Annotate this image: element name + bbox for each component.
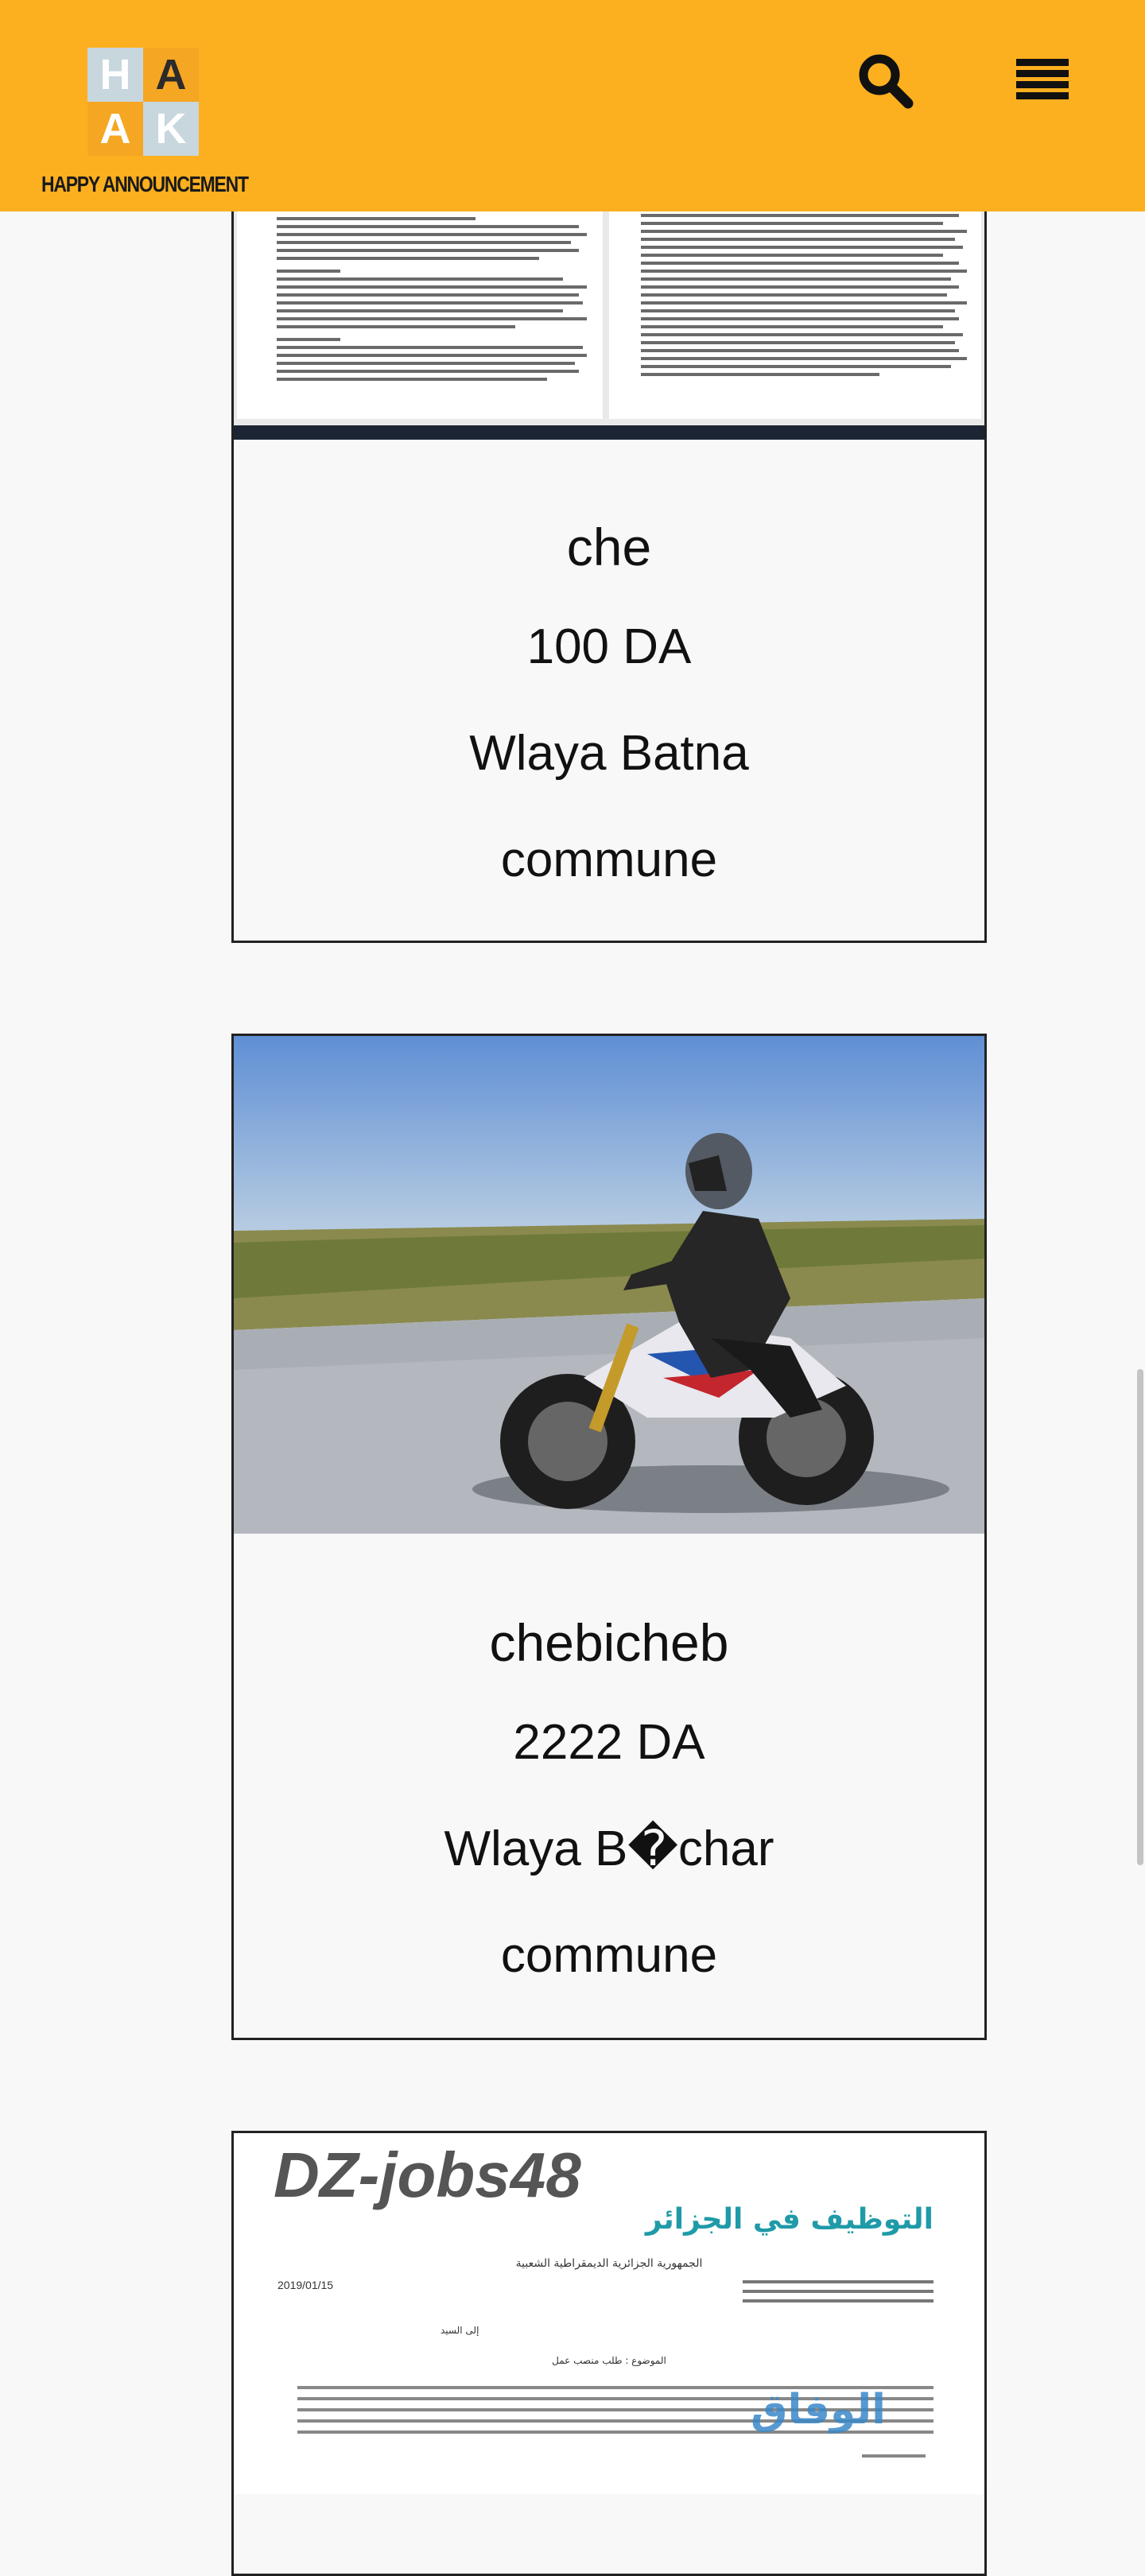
dz-logo-arabic: التوظيف في الجزائر [644,2203,933,2236]
listing-price: 100 DA [526,619,692,674]
listing-card[interactable]: chebicheb 2222 DA Wlaya B�char commune [231,1034,987,2040]
logo-tiles: H A A K [86,45,205,157]
motorcycle-photo [234,1036,984,1534]
listing-info: chebicheb 2222 DA Wlaya B�char commune [234,1616,984,1980]
search-icon [859,54,914,109]
doc-date: 2019/01/15 [278,2279,333,2291]
listing-title[interactable]: chebicheb [234,1616,984,1669]
listing-title[interactable]: che [234,521,984,573]
search-button[interactable] [852,48,919,114]
listing-wilaya: Wlaya B�char [444,1821,774,1876]
brand-name: HAPPY ANNOUNCEMENT [41,172,249,196]
taskbar [234,425,984,440]
listing-card[interactable]: DZ-jobs48 التوظيف في الجزائر الجمهورية ا… [231,2131,987,2576]
doc-subject: الموضوع : طلب منصب عمل [552,2355,666,2367]
scrollbar-thumb[interactable] [1137,1369,1143,1865]
menu-icon [1016,59,1069,99]
listing-image[interactable]: DZ-jobs48 التوظيف في الجزائر الجمهورية ا… [234,2133,984,2494]
doc-republic: الجمهورية الجزائرية الديمقراطية الشعبية [516,2257,703,2270]
logo-tile-a: A [143,48,199,102]
listing-info: che 100 DA Wlaya Batna commune [234,521,984,885]
listing-commune: commune [500,1928,718,1983]
logo-tile-h: H [87,48,143,102]
dz-logo: DZ-jobs48 [274,2140,581,2210]
listing-wilaya: Wlaya Batna [469,726,749,781]
scrollbar[interactable] [1132,0,1145,2546]
logo-tile-a2: A [87,102,143,156]
menu-button[interactable] [1008,48,1075,114]
listing-commune: commune [500,832,718,887]
listing-image[interactable] [234,1036,984,1534]
job-application-document: DZ-jobs48 التوظيف في الجزائر الجمهورية ا… [234,2133,984,2494]
logo-tile-k: K [143,102,199,156]
site-header: H A A K HAPPY ANNOUNCEMENT [0,0,1145,211]
listing-price: 2222 DA [513,1715,705,1770]
site-logo[interactable]: H A A K HAPPY ANNOUNCEMENT [41,41,256,200]
watermark: الوفاق [751,2386,886,2434]
doc-to: إلى السيد [441,2325,479,2336]
